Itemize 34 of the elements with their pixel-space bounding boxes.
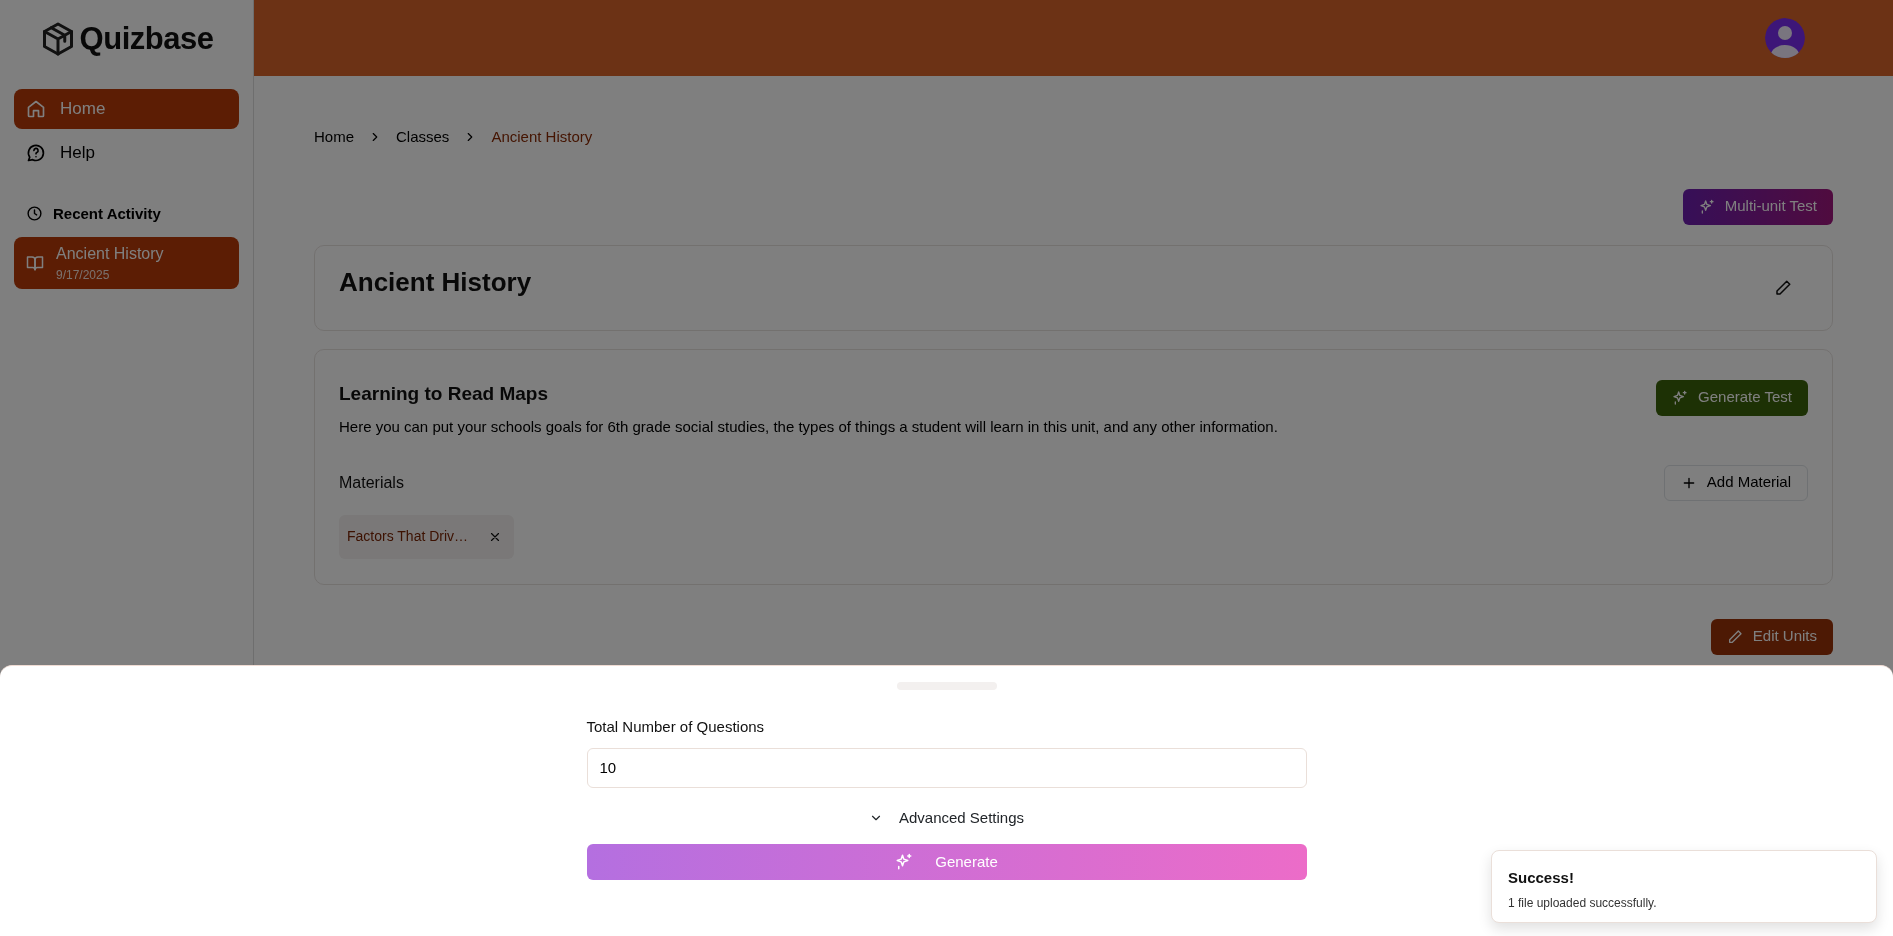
unit-description: Here you can put your schools goals for 6th grade social studies, the types of things a student will learn in this unit, and any other information. xyxy=(339,417,1278,437)
avatar-icon[interactable] xyxy=(1765,18,1805,58)
recent-date: 9/17/2025 xyxy=(56,267,111,284)
book-icon xyxy=(26,254,44,272)
sparkle-icon xyxy=(895,853,914,871)
add-material-button[interactable]: Add Material xyxy=(1663,464,1808,501)
breadcrumb-link[interactable]: Classes xyxy=(396,126,450,149)
toast-message: 1 file uploaded successfully. xyxy=(1508,894,1658,912)
multi-unit-test-button[interactable]: Multi-unit Test xyxy=(1682,188,1833,225)
generate-test-button[interactable]: Generate Test xyxy=(1656,379,1808,416)
logo-text: Quizbase xyxy=(79,20,214,58)
generate-button[interactable]: Generate xyxy=(586,844,1307,880)
edit-units-button[interactable]: Edit Units xyxy=(1710,618,1833,655)
sidebar-item[interactable]: Help xyxy=(14,132,239,173)
unit-title: Learning to Read Maps xyxy=(339,381,550,406)
recent-title: Ancient History xyxy=(56,244,164,264)
pencil-icon xyxy=(1726,628,1743,645)
field-label: Total Number of Questions xyxy=(586,717,766,737)
advanced-settings-toggle[interactable]: Advanced Settings xyxy=(859,801,1034,834)
section-heading: Recent Activity xyxy=(53,203,161,224)
recent-item[interactable]: Ancient History 9/17/2025 xyxy=(14,237,239,289)
home-icon xyxy=(26,98,46,119)
sidebar-item[interactable]: Home xyxy=(14,88,239,129)
sparkle-icon xyxy=(1672,389,1689,406)
materials-label: Materials xyxy=(339,472,404,493)
sparkle-icon xyxy=(1698,198,1715,215)
material-name[interactable]: Factors That Driv… xyxy=(347,526,469,547)
help-icon xyxy=(26,142,46,163)
pencil-icon[interactable] xyxy=(1774,278,1792,297)
class-title: Ancient History xyxy=(339,266,532,299)
toast-title: Success! xyxy=(1508,868,1575,888)
number-input[interactable]: 10 xyxy=(586,747,1307,788)
clock-icon xyxy=(26,205,43,223)
breadcrumb-link[interactable]: Home xyxy=(314,126,354,149)
